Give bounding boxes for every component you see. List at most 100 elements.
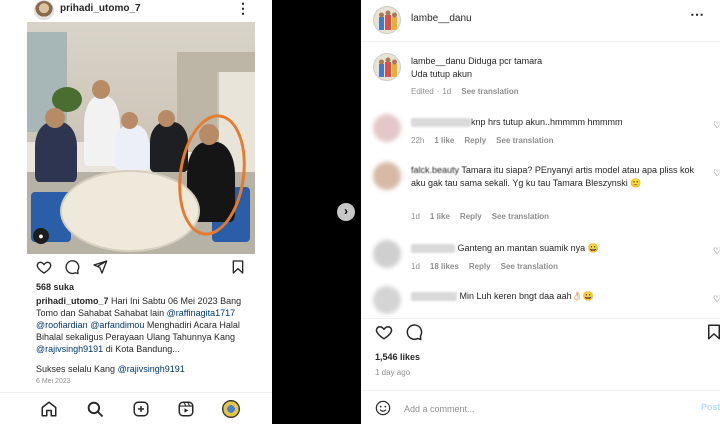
caption-text: di Kota Bandung... xyxy=(103,344,180,354)
right-likes-count[interactable]: 1,546 likes xyxy=(375,352,420,362)
photo-head xyxy=(92,80,110,99)
left-post-panel: prihadi_utomo_7 ⋮ ● 568 suka prihadi_uto… xyxy=(0,0,272,424)
photo-head xyxy=(158,110,175,127)
add-comment-bar: Post xyxy=(361,390,720,424)
see-translation-link[interactable]: See translation xyxy=(492,212,549,221)
comment-body: Ganteng an mantan suamik nya 😀 xyxy=(457,243,599,253)
photo-head xyxy=(121,112,138,129)
left-caption-line2: Sukses selalu Kang @rajivsingh9191 xyxy=(36,364,185,374)
commenter-avatar[interactable] xyxy=(373,286,401,314)
left-post-actions xyxy=(36,259,246,277)
comment-item: Min Luh keren bngt daa aah👌🏻😀 ♡ xyxy=(361,284,720,314)
next-arrow-icon[interactable]: › xyxy=(337,203,355,221)
commenter-avatar[interactable] xyxy=(373,114,401,142)
see-translation-link[interactable]: See translation xyxy=(496,136,553,145)
mention-link[interactable]: @raffinagita1717 xyxy=(167,308,236,318)
left-caption: prihadi_utomo_7 Hari Ini Sabtu 06 Mei 20… xyxy=(36,295,256,355)
caption-author[interactable]: lambe__danu xyxy=(411,56,466,66)
reply-button[interactable]: Reply xyxy=(464,136,486,145)
left-post-date: 6 Mei 2023 xyxy=(36,378,71,385)
comment-meta: 1d 1 like Reply See translation xyxy=(411,212,559,221)
comment-item: knp hrs tutup akun..hmmmm hmmmm 22h 1 lik… xyxy=(361,110,720,154)
comment-body: knp hrs tutup akun..hmmmm hmmmm xyxy=(471,117,623,127)
photo-person xyxy=(35,122,77,182)
emoji-icon[interactable] xyxy=(375,400,391,416)
more-options-icon[interactable]: ⋮ xyxy=(236,0,250,17)
left-username[interactable]: prihadi_utomo_7 xyxy=(60,3,141,14)
mention-link[interactable]: @rajivsingh9191 xyxy=(36,344,103,354)
comment-likes[interactable]: 1 like xyxy=(430,212,450,221)
comment-heart-icon[interactable]: ♡ xyxy=(713,120,720,131)
comment-meta: 22h 1 like Reply See translation xyxy=(411,136,564,145)
right-user-avatar[interactable] xyxy=(373,6,401,34)
profile-icon[interactable] xyxy=(222,400,240,418)
comment-heart-icon[interactable]: ♡ xyxy=(713,294,720,305)
bookmark-icon[interactable] xyxy=(230,259,246,275)
blurred-username xyxy=(411,292,457,302)
reply-button[interactable]: Reply xyxy=(460,212,482,221)
see-translation-link[interactable]: See translation xyxy=(461,87,518,96)
bookmark-icon[interactable] xyxy=(705,323,720,341)
photo-head xyxy=(45,108,65,128)
caption-author[interactable]: prihadi_utomo_7 xyxy=(36,296,109,306)
blurred-username xyxy=(411,244,455,254)
home-icon[interactable] xyxy=(40,400,58,418)
commenter-avatar[interactable] xyxy=(373,162,401,190)
comment-time: 1d xyxy=(411,212,420,221)
heart-icon[interactable] xyxy=(36,259,52,275)
comment-time: 1d xyxy=(411,262,420,271)
comment-likes[interactable]: 1 like xyxy=(434,136,454,145)
right-post-actions xyxy=(361,318,720,342)
comment-heart-icon[interactable]: ♡ xyxy=(713,168,720,179)
right-post-time: 1 day ago xyxy=(375,368,411,377)
comment-body: Min Luh keren bngt daa aah👌🏻😀 xyxy=(459,291,595,301)
reply-button[interactable]: Reply xyxy=(469,262,491,271)
caption-text: Sukses selalu Kang xyxy=(36,364,118,374)
post-time: 1d xyxy=(442,87,452,96)
post-photo[interactable]: ● xyxy=(27,22,255,254)
caption-line: Uda tutup akun xyxy=(411,69,473,79)
commenter-avatar[interactable] xyxy=(373,240,401,268)
post-comment-button[interactable]: Post xyxy=(701,402,720,412)
see-translation-link[interactable]: See translation xyxy=(501,262,558,271)
tagged-people-icon[interactable]: ● xyxy=(33,228,49,244)
comment-time: 22h xyxy=(411,136,425,145)
share-icon[interactable] xyxy=(92,259,108,275)
right-username[interactable]: lambe__danu xyxy=(411,13,472,24)
add-comment-input[interactable] xyxy=(404,402,684,416)
comment-text: knp hrs tutup akun..hmmmm hmmmm xyxy=(411,116,706,129)
mention-link[interactable]: @arfandimou xyxy=(90,320,144,330)
left-post-header: prihadi_utomo_7 ⋮ xyxy=(0,0,272,22)
caption-line: Diduga pcr tamara xyxy=(468,56,543,66)
blurred-username xyxy=(411,118,471,128)
post-caption-text: lambe__danu Diduga pcr tamara Uda tutup … xyxy=(411,55,706,81)
photo-person xyxy=(115,125,149,170)
separator: · xyxy=(436,87,440,96)
comment-text: falck.beauty Tamara itu siapa? PEnyanyi … xyxy=(411,164,706,190)
bottom-navigation xyxy=(0,392,272,424)
mention-link[interactable]: @rajivsingh9191 xyxy=(118,364,185,374)
search-icon[interactable] xyxy=(86,400,104,418)
create-icon[interactable] xyxy=(132,400,150,418)
comment-meta: 1d 18 likes Reply See translation xyxy=(411,262,568,271)
comment-icon[interactable] xyxy=(64,259,80,275)
post-caption: lambe__danu Diduga pcr tamara Uda tutup … xyxy=(361,50,720,102)
post-caption-meta: Edited · 1d See translation xyxy=(411,87,529,96)
edited-label: Edited xyxy=(411,87,434,96)
comment-item: falck.beauty Tamara itu siapa? PEnyanyi … xyxy=(361,158,720,228)
mention-link[interactable]: @roofiardian xyxy=(36,320,88,330)
reels-icon[interactable] xyxy=(177,400,195,418)
comment-likes[interactable]: 18 likes xyxy=(430,262,459,271)
more-options-icon[interactable]: ⋯ xyxy=(690,6,704,23)
left-likes-count[interactable]: 568 suka xyxy=(36,282,74,292)
commenter-username[interactable]: falck.beauty xyxy=(411,165,459,175)
heart-icon[interactable] xyxy=(375,323,393,341)
right-user-avatar[interactable] xyxy=(373,53,401,81)
comment-icon[interactable] xyxy=(405,323,423,341)
left-user-avatar[interactable] xyxy=(34,0,54,20)
comment-text: Min Luh keren bngt daa aah👌🏻😀 xyxy=(411,290,706,303)
comment-heart-icon[interactable]: ♡ xyxy=(713,246,720,257)
right-post-header: lambe__danu ⋯ xyxy=(361,0,720,42)
comment-text: Ganteng an mantan suamik nya 😀 xyxy=(411,242,706,255)
right-post-panel: lambe__danu ⋯ lambe__danu Diduga pcr tam… xyxy=(361,0,720,424)
